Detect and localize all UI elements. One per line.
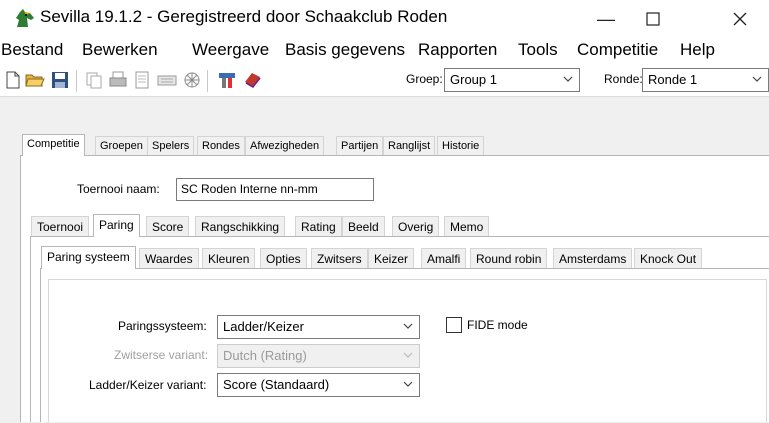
tab-historie[interactable]: Historie: [437, 136, 485, 156]
tab-score[interactable]: Score: [146, 216, 190, 237]
pairing-system-label: Paringssysteem:: [118, 319, 207, 333]
tab-paring[interactable]: Paring: [93, 214, 140, 237]
maximize-button[interactable]: [630, 0, 676, 38]
pairing-system-select[interactable]: Ladder/Keizer: [217, 315, 420, 339]
tab-spelers[interactable]: Spelers: [147, 136, 195, 156]
tab-opties[interactable]: Opties: [260, 248, 307, 269]
menu-competitie[interactable]: Competitie: [577, 40, 658, 60]
tab-partijen[interactable]: Partijen: [336, 136, 384, 156]
tab-groepen[interactable]: Groepen: [95, 136, 148, 156]
menu-help[interactable]: Help: [680, 40, 715, 60]
tournament-icon[interactable]: [182, 70, 202, 90]
menu-tools[interactable]: Tools: [518, 40, 558, 60]
chevron-down-icon: [563, 76, 573, 82]
chevron-down-icon: [403, 352, 413, 358]
tab-rangschikking[interactable]: Rangschikking: [195, 216, 286, 237]
preview-icon[interactable]: [132, 70, 152, 90]
chevron-down-icon: [403, 381, 413, 387]
menu-bewerken[interactable]: Bewerken: [82, 40, 158, 60]
tab-memo[interactable]: Memo: [444, 216, 490, 237]
tab-paring-systeem[interactable]: Paring systeem: [41, 246, 136, 269]
maximize-icon: [646, 12, 660, 26]
print-icon[interactable]: [108, 70, 128, 90]
chevron-down-icon: [752, 76, 762, 82]
chess-knight-icon: [16, 9, 34, 27]
book-icon[interactable]: [242, 70, 262, 90]
tab-competitie[interactable]: Competitie: [22, 134, 85, 156]
swiss-variant-select[interactable]: Dutch (Rating): [217, 344, 420, 368]
round-select[interactable]: Ronde 1: [642, 68, 769, 92]
new-file-icon[interactable]: [3, 70, 23, 90]
group-select[interactable]: Group 1: [444, 68, 580, 92]
tab-beeld[interactable]: Beeld: [342, 216, 385, 237]
fide-mode-checkbox[interactable]: [446, 317, 462, 333]
menu-weergave[interactable]: Weergave: [192, 40, 269, 60]
open-folder-icon[interactable]: [25, 70, 45, 90]
toolbar-separator: [76, 70, 77, 92]
copy-icon[interactable]: [84, 70, 104, 90]
tab-amalfi[interactable]: Amalfi: [421, 248, 467, 269]
tab-afwezigheden[interactable]: Afwezigheden: [245, 136, 325, 156]
pairing-system-value: Ladder/Keizer: [223, 319, 304, 334]
swiss-variant-value: Dutch (Rating): [223, 348, 307, 363]
tournament-name-label: Toernooi naam:: [77, 182, 160, 196]
tab-waardes[interactable]: Waardes: [139, 248, 199, 269]
tab-rating[interactable]: Rating: [295, 216, 342, 237]
round-label: Ronde:: [604, 72, 643, 86]
group-select-value: Group 1: [450, 72, 497, 87]
toolbar-separator: [207, 70, 208, 92]
tab-amsterdams[interactable]: Amsterdams: [553, 248, 633, 269]
tab-toernooi[interactable]: Toernooi: [31, 216, 90, 237]
window-title: Sevilla 19.1.2 - Geregistreerd door Scha…: [40, 7, 448, 26]
minimize-icon: —: [597, 8, 615, 29]
tab-ranglijst[interactable]: Ranglijst: [383, 136, 436, 156]
tab-knock-out[interactable]: Knock Out: [634, 248, 703, 269]
close-icon: [733, 12, 747, 26]
keyboard-icon[interactable]: [157, 70, 177, 90]
tab-round-robin[interactable]: Round robin: [470, 248, 548, 269]
tools-icon[interactable]: [217, 70, 237, 90]
round-select-value: Ronde 1: [648, 72, 698, 87]
fide-mode-label: FIDE mode: [467, 318, 528, 332]
save-icon[interactable]: [50, 70, 70, 90]
minimize-button[interactable]: —: [583, 0, 629, 38]
ladder-variant-label: Ladder/Keizer variant:: [89, 378, 207, 392]
ladder-variant-value: Score (Standaard): [223, 377, 330, 392]
close-button[interactable]: [717, 0, 763, 38]
tournament-name-field[interactable]: SC Roden Interne nn-mm: [176, 178, 374, 201]
tab-kleuren[interactable]: Kleuren: [202, 248, 256, 269]
group-label: Groep:: [406, 72, 443, 86]
ladder-variant-select[interactable]: Score (Standaard): [217, 373, 420, 397]
tab-zwitsers[interactable]: Zwitsers: [311, 248, 368, 269]
tab-keizer[interactable]: Keizer: [368, 248, 415, 269]
chevron-down-icon: [403, 323, 413, 329]
menu-bestand[interactable]: Bestand: [1, 40, 63, 60]
menu-rapporten[interactable]: Rapporten: [418, 40, 497, 60]
tab-rondes[interactable]: Rondes: [197, 136, 245, 156]
swiss-variant-label: Zwitserse variant:: [114, 348, 209, 362]
menu-basis-gegevens[interactable]: Basis gegevens: [285, 40, 405, 60]
tab-overig[interactable]: Overig: [392, 216, 440, 237]
